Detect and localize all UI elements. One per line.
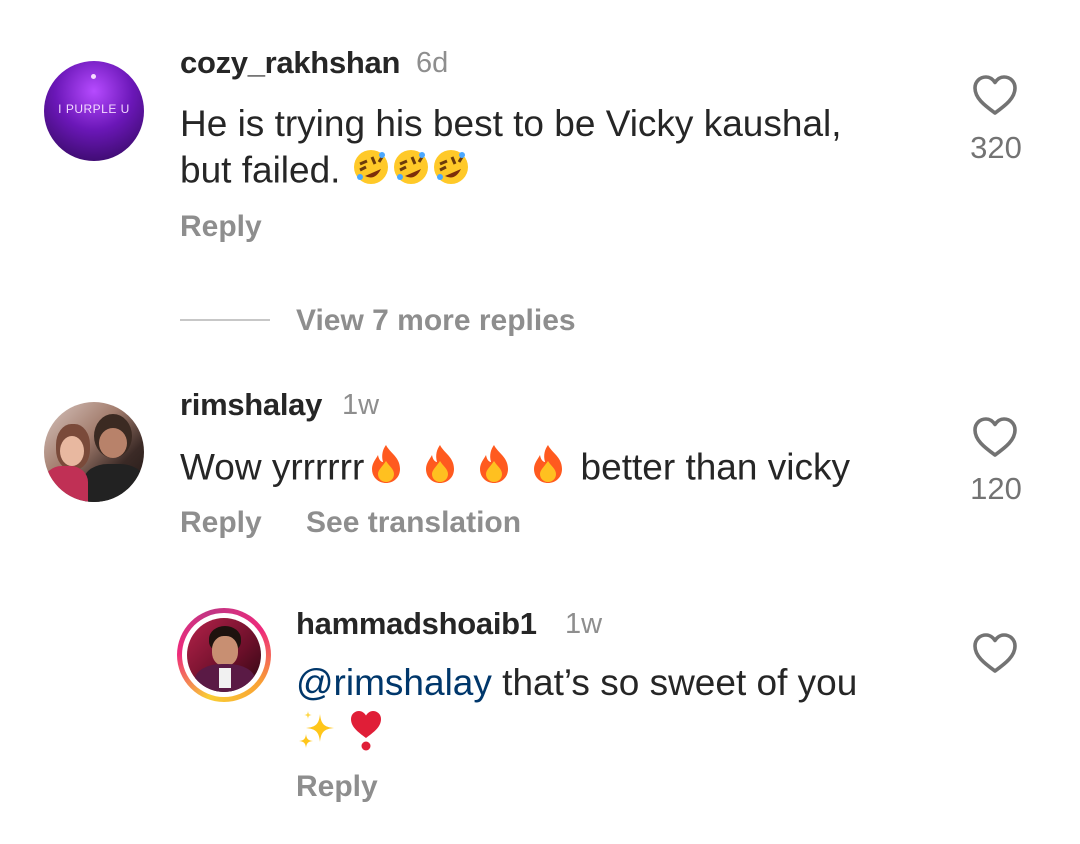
comment-username[interactable]: rimshalay <box>180 387 322 423</box>
reply-button[interactable]: Reply <box>296 770 378 804</box>
reply-username[interactable]: hammadshoaib1 <box>296 606 537 642</box>
rolling-laughing-emoji <box>351 147 391 198</box>
rolling-laughing-emoji <box>391 147 431 198</box>
avatar-story-ring[interactable] <box>177 608 271 702</box>
heart-icon <box>973 633 1017 673</box>
comments-screen: I PURPLE U cozy_rakhshan 6d He is trying… <box>0 0 1080 844</box>
avatar[interactable]: I PURPLE U <box>44 61 144 161</box>
reply-text: @rimshalay that’s so sweet of you <box>296 660 936 763</box>
heart-icon <box>973 75 1017 115</box>
comment-text-line-1: He is trying his best to be Vicky kausha… <box>180 103 842 144</box>
like-button[interactable] <box>972 632 1020 676</box>
like-button[interactable] <box>972 74 1020 118</box>
reply-timestamp: 1w <box>565 608 603 640</box>
heart-exclamation-emoji <box>346 708 386 763</box>
view-more-replies-label[interactable]: View 7 more replies <box>296 304 576 338</box>
replies-divider <box>180 319 270 321</box>
like-count: 120 <box>970 471 1022 506</box>
rolling-laughing-emoji <box>431 147 471 198</box>
reply-button[interactable]: Reply <box>180 210 262 244</box>
like-button[interactable] <box>972 416 1020 460</box>
like-count: 320 <box>970 130 1022 165</box>
avatar <box>187 618 261 692</box>
mention-link[interactable]: @rimshalay <box>296 662 492 703</box>
comment-timestamp: 6d <box>416 47 449 79</box>
comment-text: He is trying his best to be Vicky kausha… <box>180 101 940 198</box>
heart-icon <box>973 417 1017 457</box>
comment-text-line-2: but failed. <box>180 147 940 198</box>
comment-text: Wow yrrrrrr better than vicky <box>180 443 940 496</box>
fire-emoji <box>472 443 516 496</box>
avatar[interactable] <box>44 402 144 502</box>
fire-emoji <box>526 443 570 496</box>
comment-timestamp: 1w <box>342 389 380 421</box>
fire-emoji <box>364 443 408 496</box>
reply-button[interactable]: Reply <box>180 506 262 540</box>
sparkles-emoji <box>296 708 340 763</box>
see-translation-button[interactable]: See translation <box>306 506 521 540</box>
avatar-logo-text: I PURPLE U <box>58 102 130 116</box>
comment-username[interactable]: cozy_rakhshan <box>180 45 400 81</box>
fire-emoji <box>418 443 462 496</box>
